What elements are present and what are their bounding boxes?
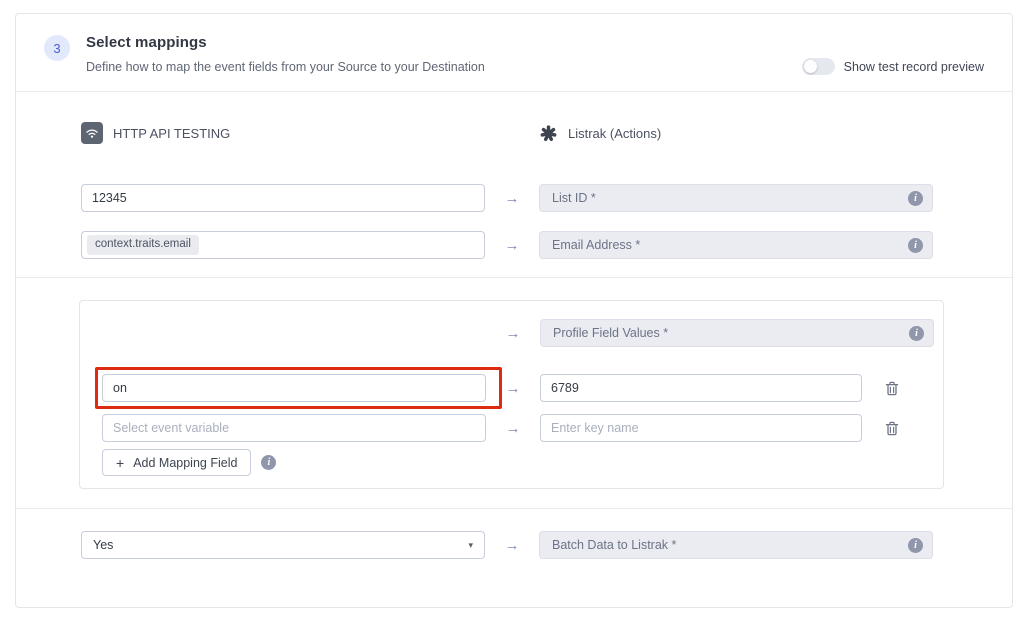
batch-section: Yes ▾ → Batch Data to Listrak * i <box>16 509 1012 607</box>
toggle-label: Show test record preview <box>844 60 984 74</box>
toggle-knob <box>804 60 817 73</box>
destination-field-label: Profile Field Values * <box>553 326 668 340</box>
caret-down-icon: ▾ <box>468 540 473 551</box>
profile-field-values-destination-field: Profile Field Values * i <box>540 319 934 347</box>
event-variable-input[interactable] <box>102 374 486 402</box>
profile-field-values-section: → Profile Field Values * i → <box>16 300 1012 508</box>
arrow-right-icon: → <box>485 237 539 254</box>
plus-icon: + <box>116 455 124 471</box>
info-icon[interactable]: i <box>261 455 276 470</box>
destination-column-header: Listrak (Actions) <box>539 124 933 143</box>
mapping-row-list-id: → List ID * i <box>81 184 931 212</box>
list-id-source-input[interactable] <box>81 184 485 212</box>
info-icon[interactable]: i <box>908 538 923 553</box>
arrow-right-icon: → <box>486 420 540 437</box>
info-icon[interactable]: i <box>908 191 923 206</box>
event-variable-input[interactable] <box>102 414 486 442</box>
source-column-header: HTTP API TESTING <box>81 122 485 144</box>
listrak-logo-icon <box>539 124 558 143</box>
source-header-label: HTTP API TESTING <box>113 126 230 141</box>
destination-field-label: Batch Data to Listrak * <box>552 538 676 552</box>
mapping-row-batch: Yes ▾ → Batch Data to Listrak * i <box>81 531 931 559</box>
step-number-badge: 3 <box>44 35 70 61</box>
batch-source-select[interactable]: Yes ▾ <box>81 531 485 559</box>
select-mappings-card: 3 Select mappings Define how to map the … <box>15 13 1013 608</box>
email-source-input[interactable]: context.traits.email <box>81 231 485 259</box>
delete-mapping-button[interactable] <box>885 421 899 436</box>
destination-field-label: List ID * <box>552 191 596 205</box>
mapping-pair-row: → <box>102 414 943 442</box>
delete-mapping-button[interactable] <box>885 381 899 396</box>
destination-field-label: Email Address * <box>552 238 640 252</box>
info-icon[interactable]: i <box>908 238 923 253</box>
profile-field-values-box: → Profile Field Values * i → <box>79 300 944 489</box>
arrow-right-icon: → <box>485 190 539 207</box>
page-title: Select mappings <box>86 34 984 51</box>
trash-icon <box>885 381 899 396</box>
key-name-input[interactable] <box>540 414 862 442</box>
page-subtitle: Define how to map the event fields from … <box>86 60 485 74</box>
info-icon[interactable]: i <box>909 326 924 341</box>
select-value: Yes <box>93 538 113 552</box>
key-name-input[interactable] <box>540 374 862 402</box>
trash-icon <box>885 421 899 436</box>
source-wifi-icon <box>81 122 103 144</box>
card-header: 3 Select mappings Define how to map the … <box>16 14 1012 91</box>
divider <box>16 277 1012 278</box>
destination-header-label: Listrak (Actions) <box>568 126 661 141</box>
show-test-record-preview-toggle[interactable] <box>802 58 835 75</box>
mapping-pair-row: → <box>102 374 943 402</box>
list-id-destination-field: List ID * i <box>539 184 933 212</box>
batch-destination-field: Batch Data to Listrak * i <box>539 531 933 559</box>
mappings-section: HTTP API TESTING <box>16 92 1012 277</box>
email-destination-field: Email Address * i <box>539 231 933 259</box>
add-mapping-field-label: Add Mapping Field <box>133 456 237 470</box>
add-mapping-field-button[interactable]: + Add Mapping Field <box>102 449 251 476</box>
arrow-right-icon: → <box>486 325 540 342</box>
variable-chip[interactable]: context.traits.email <box>87 235 199 255</box>
highlight-annotation <box>95 367 502 409</box>
profile-field-values-row: → Profile Field Values * i <box>102 319 943 347</box>
arrow-right-icon: → <box>485 537 539 554</box>
mapping-row-email: context.traits.email → Email Address * i <box>81 231 931 259</box>
arrow-right-icon: → <box>486 380 540 397</box>
